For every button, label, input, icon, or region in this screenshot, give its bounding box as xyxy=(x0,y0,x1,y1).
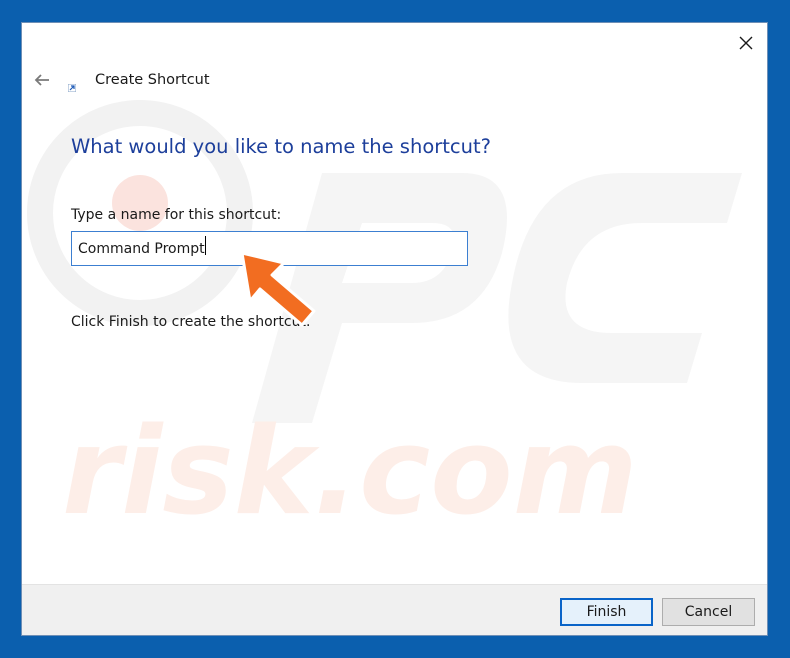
create-shortcut-dialog: risk.com Create Shortcut What would you … xyxy=(21,22,768,636)
shortcut-icon xyxy=(68,84,76,92)
back-arrow-icon xyxy=(34,74,49,86)
text-caret xyxy=(205,236,206,255)
page-heading: What would you like to name the shortcut… xyxy=(71,135,491,158)
close-button[interactable] xyxy=(730,29,762,57)
watermark-letter-c xyxy=(508,173,742,383)
cancel-button[interactable]: Cancel xyxy=(662,598,755,626)
watermark-letter-p xyxy=(252,173,507,423)
shortcut-name-label: Type a name for this shortcut: xyxy=(71,207,282,223)
dialog-title: Create Shortcut xyxy=(95,72,210,88)
shortcut-name-input[interactable] xyxy=(71,231,468,266)
watermark-text: risk.com xyxy=(62,403,638,542)
finish-hint: Click Finish to create the shortcut. xyxy=(71,314,311,330)
desktop-backdrop: risk.com Create Shortcut What would you … xyxy=(0,0,790,658)
finish-button[interactable]: Finish xyxy=(560,598,653,626)
close-icon xyxy=(739,36,753,50)
back-button[interactable] xyxy=(30,69,54,91)
dialog-footer: Finish Cancel xyxy=(22,584,767,635)
